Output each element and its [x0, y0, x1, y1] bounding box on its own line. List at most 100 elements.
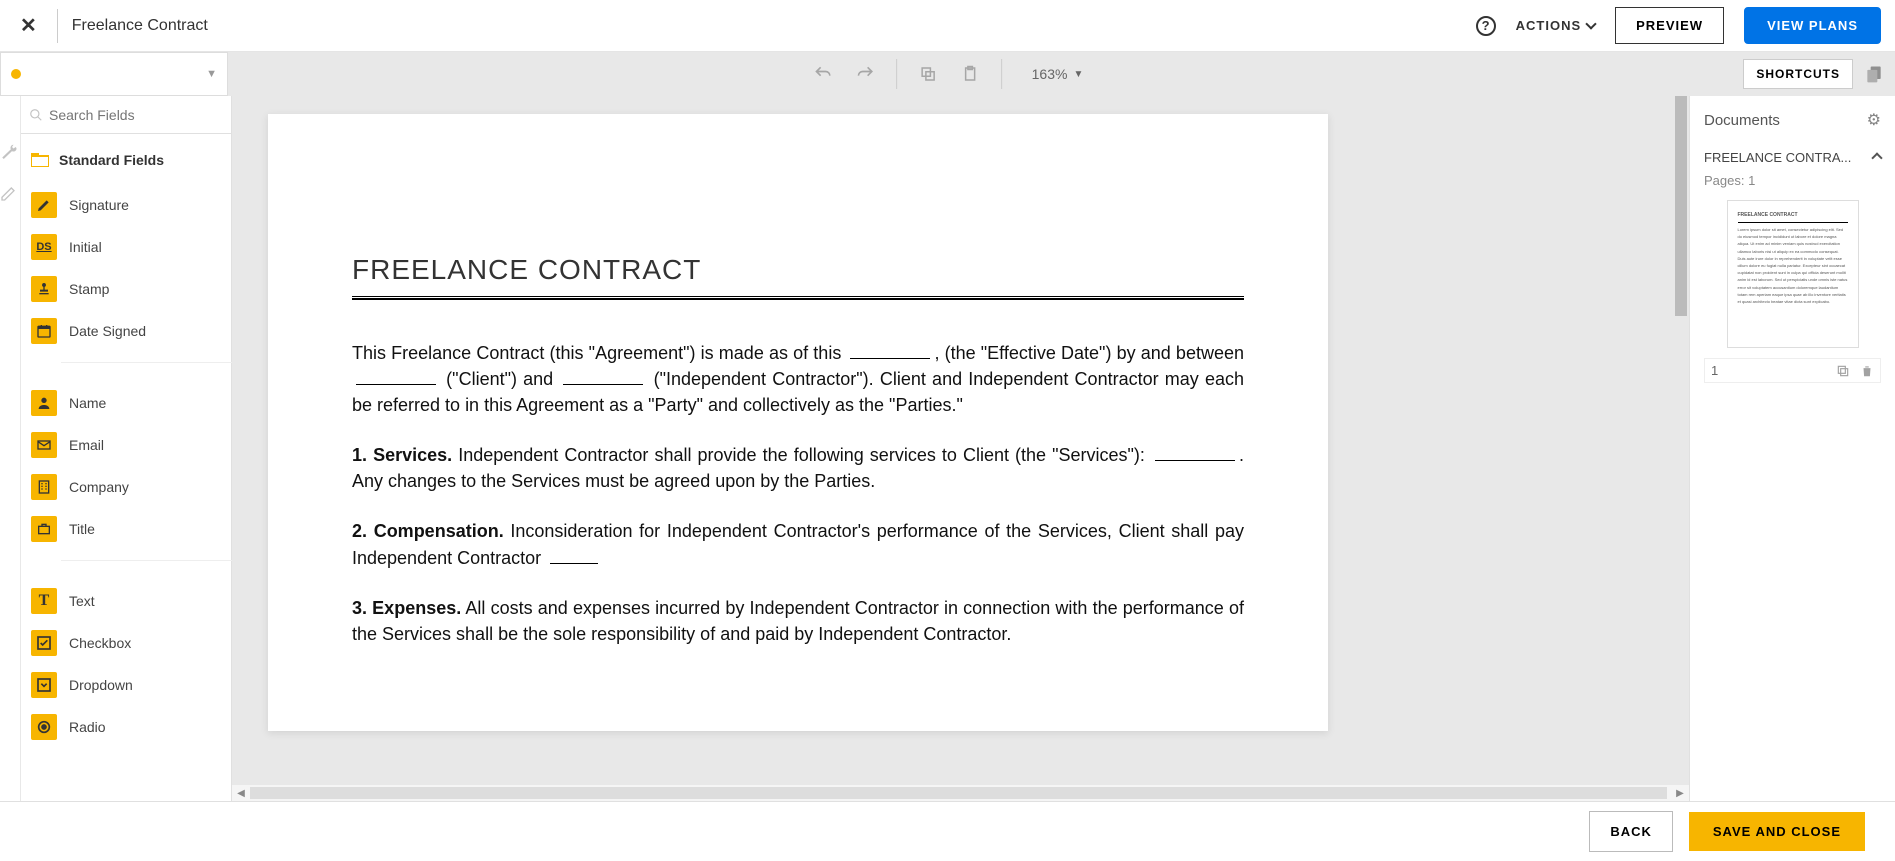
- thumbnail-footer: 1: [1704, 358, 1881, 383]
- field-label: Initial: [69, 239, 102, 255]
- document-name-row[interactable]: FREELANCE CONTRA...: [1704, 150, 1881, 165]
- pencil-icon[interactable]: [0, 186, 20, 206]
- wrench-icon[interactable]: [0, 144, 20, 164]
- paragraph-intro: This Freelance Contract (this "Agreement…: [352, 340, 1244, 418]
- title-rule: [352, 296, 1244, 300]
- save-and-close-button[interactable]: SAVE AND CLOSE: [1689, 812, 1865, 851]
- undo-icon[interactable]: [812, 63, 834, 85]
- field-label: Email: [69, 437, 104, 453]
- footer: BACK SAVE AND CLOSE: [0, 801, 1895, 861]
- field-initial[interactable]: DS Initial: [21, 226, 256, 268]
- field-title[interactable]: Title: [21, 508, 256, 550]
- field-label: Text: [69, 593, 95, 609]
- shortcuts-button[interactable]: SHORTCUTS: [1743, 59, 1853, 89]
- document-name: FREELANCE CONTRA...: [1704, 150, 1851, 165]
- field-radio[interactable]: Radio: [21, 706, 256, 748]
- field-label: Dropdown: [69, 677, 133, 693]
- copy-icon[interactable]: [917, 63, 939, 85]
- checkbox-icon: [31, 630, 57, 656]
- document-title: Freelance Contract: [72, 17, 208, 35]
- close-icon[interactable]: ✕: [14, 13, 43, 38]
- field-label: Date Signed: [69, 323, 146, 339]
- document-page[interactable]: FREELANCE CONTRACT This Freelance Contra…: [268, 114, 1328, 731]
- left-tool-strip: [0, 96, 21, 801]
- search-fields-row: ✕: [21, 96, 256, 134]
- briefcase-icon: [31, 516, 57, 542]
- field-label: Stamp: [69, 281, 109, 297]
- help-icon[interactable]: ?: [1476, 16, 1496, 36]
- field-signature[interactable]: Signature: [21, 184, 256, 226]
- scroll-right-arrow[interactable]: ▶: [1673, 787, 1687, 799]
- field-label: Checkbox: [69, 635, 131, 651]
- top-bar: ✕ Freelance Contract ? ACTIONS PREVIEW V…: [0, 0, 1895, 52]
- pages-label: Pages: 1: [1704, 173, 1881, 188]
- field-checkbox[interactable]: Checkbox: [21, 622, 256, 664]
- page-thumbnail[interactable]: FREELANCE CONTRACT Lorem ipsum dolor sit…: [1727, 200, 1859, 348]
- main-area: ✕ Standard Fields Signature DS Initial: [0, 96, 1895, 801]
- page-title: FREELANCE CONTRACT: [352, 254, 1244, 286]
- field-email[interactable]: Email: [21, 424, 256, 466]
- page-number: 1: [1711, 363, 1718, 378]
- scroll-left-arrow[interactable]: ◀: [234, 787, 248, 799]
- horizontal-scrollbar[interactable]: ◀ ▶: [232, 785, 1689, 801]
- view-plans-button[interactable]: VIEW PLANS: [1744, 7, 1881, 44]
- recipient-select[interactable]: ▼: [0, 52, 228, 96]
- paragraph-compensation: 2. Compensation. Inconsideration for Ind…: [352, 518, 1244, 570]
- field-name[interactable]: Name: [21, 382, 256, 424]
- stamp-icon: [31, 276, 57, 302]
- duplicate-page-icon[interactable]: [1836, 364, 1850, 378]
- documents-icon[interactable]: [1863, 63, 1885, 85]
- vertical-separator: [57, 9, 58, 43]
- building-icon: [31, 474, 57, 500]
- field-date-signed[interactable]: Date Signed: [21, 310, 256, 352]
- preview-button[interactable]: PREVIEW: [1615, 7, 1724, 44]
- signature-icon: [31, 192, 57, 218]
- document-canvas[interactable]: FREELANCE CONTRACT This Freelance Contra…: [232, 96, 1689, 801]
- left-panel: ✕ Standard Fields Signature DS Initial: [0, 96, 232, 801]
- zoom-value: 163%: [1032, 66, 1068, 82]
- search-fields-input[interactable]: [49, 107, 230, 123]
- actions-label: ACTIONS: [1516, 18, 1582, 33]
- back-button[interactable]: BACK: [1589, 811, 1673, 852]
- standard-fields-header: Standard Fields: [21, 148, 256, 184]
- person-icon: [31, 390, 57, 416]
- toolbar: ▼ 163% ▼ SHORTCUTS: [0, 52, 1895, 96]
- vertical-separator: [1001, 59, 1002, 89]
- caret-down-icon: ▼: [206, 68, 217, 80]
- field-dropdown[interactable]: Dropdown: [21, 664, 256, 706]
- field-text[interactable]: T Text: [21, 580, 256, 622]
- paste-icon[interactable]: [959, 63, 981, 85]
- field-label: Signature: [69, 197, 129, 213]
- search-icon: [29, 108, 43, 122]
- right-panel: Documents ⚙ FREELANCE CONTRA... Pages: 1…: [1689, 96, 1895, 801]
- section-title: Standard Fields: [59, 152, 164, 168]
- initial-icon: DS: [31, 234, 57, 260]
- radio-icon: [31, 714, 57, 740]
- vertical-scrollbar[interactable]: [1673, 96, 1689, 801]
- folder-icon: [31, 153, 49, 167]
- vertical-separator: [896, 59, 897, 89]
- gear-icon[interactable]: ⚙: [1867, 110, 1881, 130]
- delete-page-icon[interactable]: [1860, 364, 1874, 378]
- field-label: Radio: [69, 719, 106, 735]
- field-label: Title: [69, 521, 95, 537]
- text-icon: T: [31, 588, 57, 614]
- field-label: Name: [69, 395, 106, 411]
- dropdown-icon: [31, 672, 57, 698]
- calendar-icon: [31, 318, 57, 344]
- paragraph-expenses: 3. Expenses. All costs and expenses incu…: [352, 595, 1244, 647]
- envelope-icon: [31, 432, 57, 458]
- chevron-down-icon: [1585, 18, 1596, 29]
- paragraph-services: 1. Services. Independent Contractor shal…: [352, 442, 1244, 494]
- chevron-up-icon: [1871, 152, 1882, 163]
- documents-header: Documents: [1704, 112, 1780, 129]
- field-label: Company: [69, 479, 129, 495]
- fields-list: Standard Fields Signature DS Initial Sta…: [21, 134, 256, 801]
- field-company[interactable]: Company: [21, 466, 256, 508]
- zoom-dropdown[interactable]: 163% ▼: [1032, 66, 1084, 82]
- recipient-color-dot: [11, 69, 21, 79]
- redo-icon[interactable]: [854, 63, 876, 85]
- caret-down-icon: ▼: [1073, 69, 1083, 80]
- actions-dropdown[interactable]: ACTIONS: [1516, 18, 1596, 33]
- field-stamp[interactable]: Stamp: [21, 268, 256, 310]
